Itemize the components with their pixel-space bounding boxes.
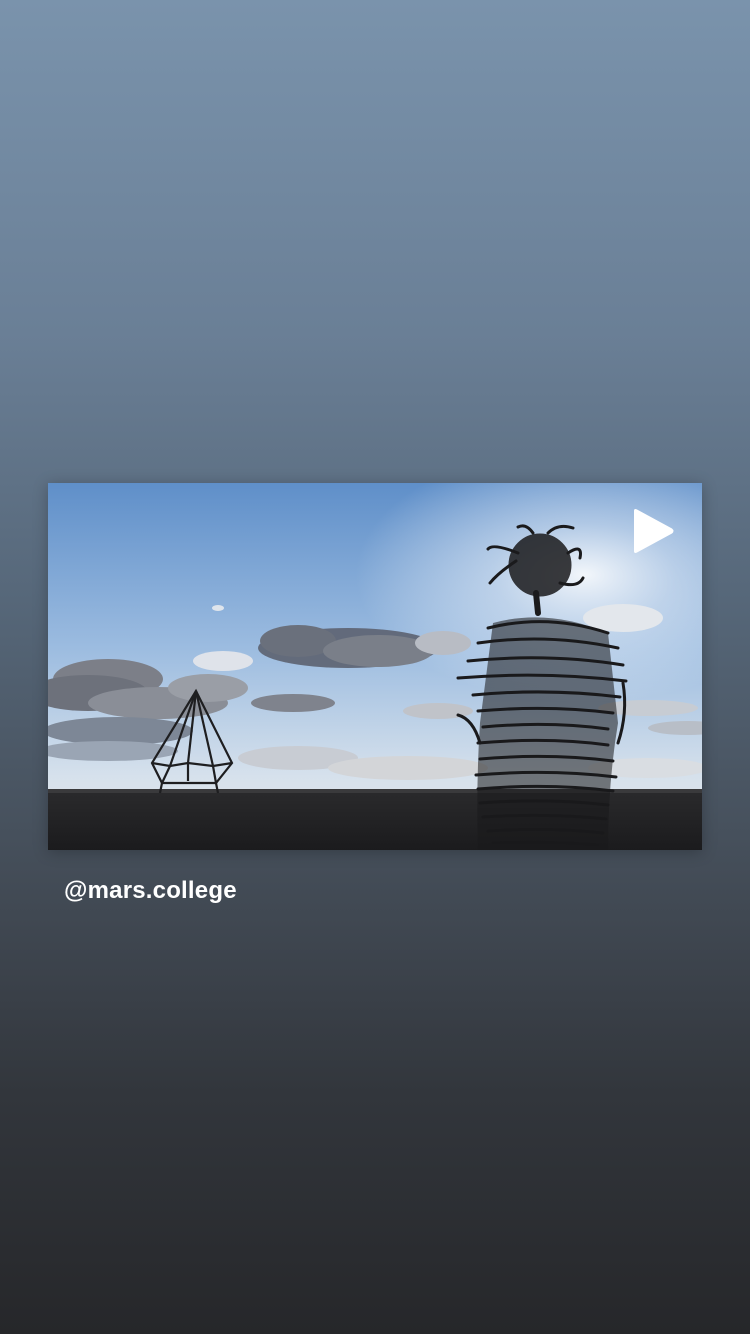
play-icon bbox=[634, 509, 674, 553]
video-thumbnail bbox=[48, 483, 702, 850]
mention-handle[interactable]: @mars.college bbox=[64, 877, 237, 905]
shared-video-card[interactable] bbox=[48, 483, 702, 850]
story-screen: @mars.college bbox=[0, 0, 750, 1334]
play-button[interactable] bbox=[630, 507, 676, 555]
